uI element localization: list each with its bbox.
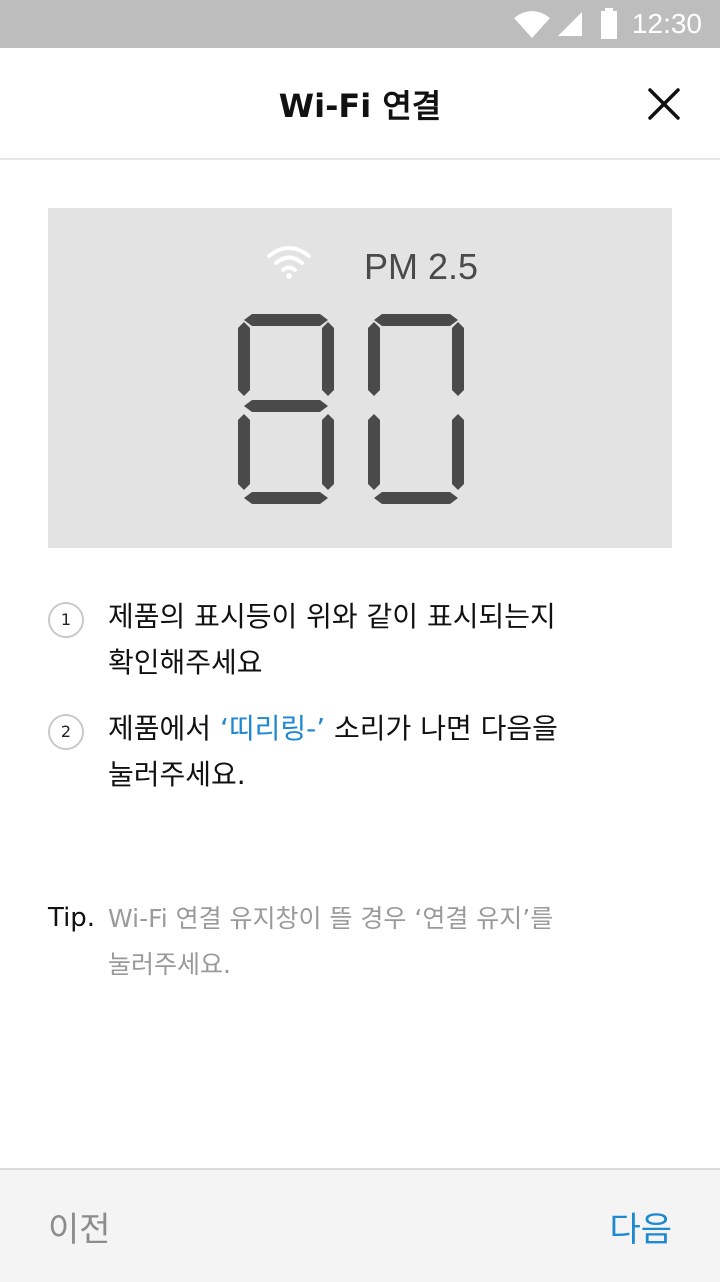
segment	[244, 314, 328, 326]
step-text: 제품의 표시등이 위와 같이 표시되는지 확인해주세요	[108, 594, 628, 686]
segment	[322, 414, 334, 490]
segment	[244, 400, 328, 412]
segment	[244, 492, 328, 504]
page-title: Wi-Fi 연결	[278, 87, 442, 125]
prev-button[interactable]: 이전	[48, 1202, 111, 1251]
device-display-illustration: PM 2.5	[48, 208, 672, 548]
step-text-line: 제품에서 ‘띠리링-’ 소리가 나면 다음을	[108, 706, 628, 752]
step-text: 제품에서 ‘띠리링-’ 소리가 나면 다음을 눌러주세요.	[108, 706, 628, 798]
segment	[322, 322, 334, 396]
step-number-badge: 2	[48, 714, 84, 750]
footer-bar: 이전 다음	[0, 1168, 720, 1282]
step-number-badge: 1	[48, 602, 84, 638]
status-time: 12:30	[631, 8, 702, 39]
tip-text-line: Wi-Fi 연결 유지창이 뜰 경우 ‘연결 유지’를	[108, 904, 554, 933]
step-text-line: 확인해주세요	[108, 646, 263, 679]
segment	[238, 322, 250, 396]
step-text-prefix: 제품에서	[108, 712, 220, 745]
close-icon[interactable]	[640, 80, 688, 128]
next-button[interactable]: 다음	[609, 1202, 672, 1251]
wifi-icon	[514, 11, 550, 38]
header: Wi-Fi 연결	[0, 48, 720, 160]
segment	[368, 414, 380, 490]
tip-text-line: 눌러주세요.	[108, 950, 231, 979]
sound-highlight: ‘띠리링-’	[219, 712, 326, 745]
status-bar: 12:30	[0, 0, 720, 48]
segment	[238, 414, 250, 490]
wifi-icon	[267, 246, 311, 279]
step-text-line: 제품의 표시등이 위와 같이 표시되는지	[108, 600, 556, 633]
pm-label: PM 2.5	[364, 246, 479, 287]
segment	[368, 322, 380, 396]
tip-text: Wi-Fi 연결 유지창이 뜰 경우 ‘연결 유지’를 눌러주세요.	[108, 896, 608, 988]
segment	[452, 322, 464, 396]
segment	[374, 492, 458, 504]
battery-icon	[601, 8, 617, 39]
tip-label: Tip.	[48, 903, 96, 933]
step-text-line: 눌러주세요.	[108, 758, 246, 791]
seven-segment-digits	[238, 314, 464, 504]
segment	[452, 414, 464, 490]
segment	[374, 314, 458, 326]
signal-icon	[558, 12, 582, 36]
step-text-suffix: 소리가 나면 다음을	[325, 712, 558, 745]
